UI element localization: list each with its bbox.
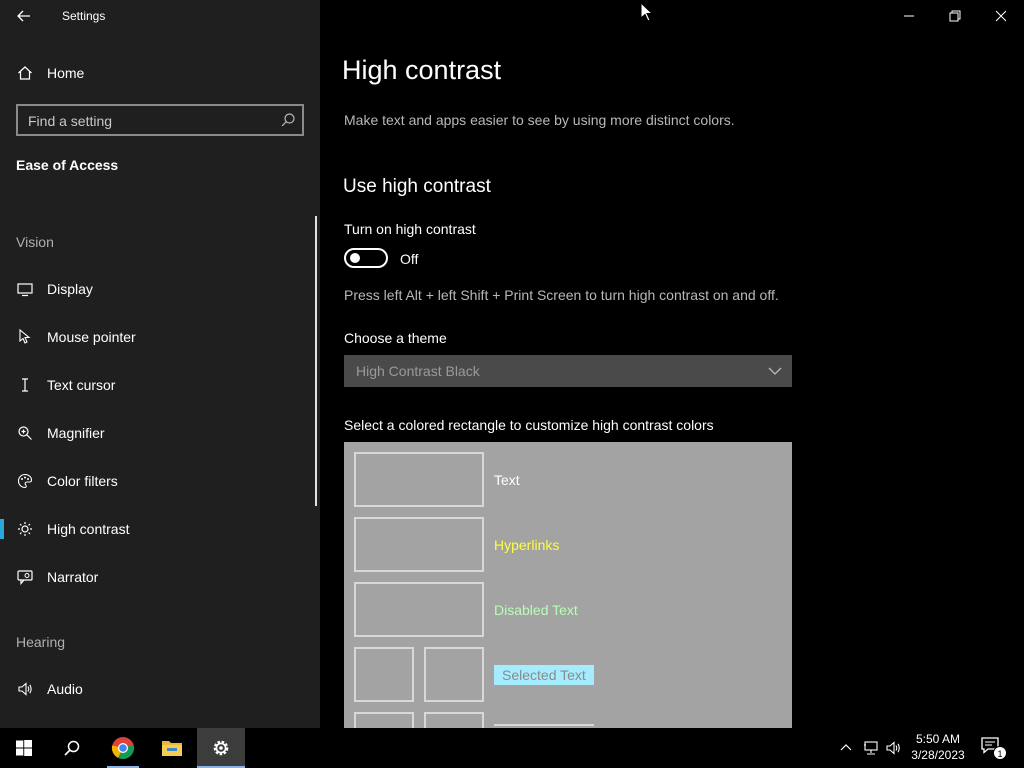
sidebar-item-label: Text cursor	[47, 377, 116, 393]
taskbar-file-explorer-button[interactable]	[148, 728, 196, 768]
taskbar-search-button[interactable]	[48, 728, 96, 768]
theme-label: Choose a theme	[344, 330, 447, 346]
text-color-swatch[interactable]	[354, 452, 484, 507]
start-button[interactable]	[0, 728, 48, 768]
toggle-knob	[350, 253, 360, 263]
sidebar-item-label: Home	[47, 65, 85, 81]
notification-count-badge: 1	[993, 746, 1007, 760]
minimize-button[interactable]	[886, 0, 932, 32]
volume-tray-button[interactable]	[884, 738, 904, 758]
section-title: Ease of Access	[16, 157, 119, 173]
back-button[interactable]	[12, 4, 36, 28]
sidebar-item-label: Color filters	[47, 473, 118, 489]
clock-time: 5:50 AM	[915, 732, 961, 746]
taskbar: 5:50 AM 3/28/2023 1	[0, 728, 1024, 768]
selected-text-foreground-swatch[interactable]	[354, 647, 414, 702]
sidebar-item-label: Magnifier	[47, 425, 105, 441]
group-label-hearing: Hearing	[16, 634, 66, 650]
group-label-vision: Vision	[16, 234, 54, 250]
narrator-icon	[16, 568, 34, 586]
speaker-icon	[16, 680, 34, 698]
search-icon	[64, 740, 80, 756]
sidebar-item-home[interactable]: Home	[0, 58, 320, 88]
palette-icon	[16, 472, 34, 490]
hyperlinks-color-swatch[interactable]	[354, 517, 484, 572]
monitor-icon	[16, 280, 34, 298]
theme-dropdown-value: High Contrast Black	[356, 363, 480, 379]
sidebar-item-text-cursor[interactable]: Text cursor	[0, 367, 316, 403]
theme-dropdown[interactable]: High Contrast Black	[344, 355, 792, 387]
app-title: Settings	[62, 9, 106, 23]
network-tray-button[interactable]	[861, 738, 881, 758]
taskbar-settings-button[interactable]	[197, 728, 245, 768]
sidebar-item-audio[interactable]: Audio	[0, 671, 316, 707]
close-button[interactable]	[978, 0, 1024, 32]
toggle-state: Off	[400, 251, 419, 267]
home-icon	[16, 64, 34, 82]
sidebar-item-label: High contrast	[47, 521, 130, 537]
network-icon	[864, 741, 878, 755]
close-icon	[995, 10, 1007, 22]
sidebar-item-display[interactable]: Display	[0, 271, 316, 307]
sidebar-item-label: Display	[47, 281, 93, 297]
disabled-text-color-label: Disabled Text	[494, 602, 578, 618]
button-text-foreground-swatch[interactable]	[354, 712, 414, 728]
clock-date: 3/28/2023	[911, 748, 965, 762]
show-hidden-icons-button[interactable]	[836, 738, 856, 758]
sidebar-scrollbar[interactable]	[315, 216, 317, 506]
taskbar-chrome-button[interactable]	[99, 728, 147, 768]
brightness-icon	[16, 520, 34, 538]
sidebar-item-mouse-pointer[interactable]: Mouse pointer	[0, 319, 316, 355]
hyperlinks-color-label: Hyperlinks	[494, 537, 560, 553]
chrome-icon	[111, 737, 134, 759]
sidebar-item-label: Mouse pointer	[47, 329, 136, 345]
file-explorer-icon	[162, 741, 182, 756]
section-heading: Use high contrast	[343, 176, 491, 197]
search-input[interactable]	[28, 111, 268, 131]
back-arrow-icon	[17, 10, 30, 22]
sidebar-item-label: Audio	[47, 681, 83, 697]
mouse-pointer-icon	[16, 328, 34, 346]
search-icon[interactable]	[280, 112, 296, 128]
restore-icon	[949, 10, 961, 22]
taskbar-clock[interactable]: 5:50 AM 3/28/2023	[906, 731, 970, 763]
button-text-background-swatch[interactable]	[424, 712, 484, 728]
start-icon	[16, 740, 32, 756]
selected-text-background-swatch[interactable]	[424, 647, 484, 702]
sidebar-item-label: Narrator	[47, 569, 99, 585]
sidebar-item-magnifier[interactable]: Magnifier	[0, 415, 316, 451]
text-cursor-icon	[16, 376, 34, 394]
page-title: High contrast	[342, 55, 502, 85]
toggle-label: Turn on high contrast	[344, 221, 476, 237]
chevron-down-icon	[768, 367, 782, 375]
sidebar-item-narrator[interactable]: Narrator	[0, 559, 316, 595]
colors-label: Select a colored rectangle to customize …	[344, 417, 714, 433]
page-description: Make text and apps easier to see by usin…	[344, 112, 735, 128]
speaker-icon	[886, 741, 900, 755]
settings-icon	[213, 740, 229, 756]
high-contrast-toggle[interactable]	[344, 248, 388, 268]
disabled-text-color-swatch[interactable]	[354, 582, 484, 637]
text-color-label: Text	[494, 472, 520, 488]
search-field[interactable]	[16, 104, 304, 136]
sidebar-item-color-filters[interactable]: Color filters	[0, 463, 316, 499]
mouse-cursor-icon	[640, 2, 654, 22]
minimize-icon	[904, 15, 914, 17]
sidebar-item-high-contrast[interactable]: High contrast	[0, 511, 316, 547]
color-swatches-panel: Text Hyperlinks Disabled Text Selected T…	[344, 442, 792, 728]
chevron-up-icon	[840, 744, 852, 751]
settings-sidebar: Settings Home Ease of Access Vision Disp…	[0, 0, 320, 728]
action-center-button[interactable]: 1	[980, 736, 1008, 760]
magnifier-icon	[16, 424, 34, 442]
selected-text-label: Selected Text	[494, 665, 594, 685]
main-content: High contrast Make text and apps easier …	[320, 0, 1024, 728]
shortcut-hint: Press left Alt + left Shift + Print Scre…	[344, 287, 779, 303]
restore-button[interactable]	[932, 0, 978, 32]
